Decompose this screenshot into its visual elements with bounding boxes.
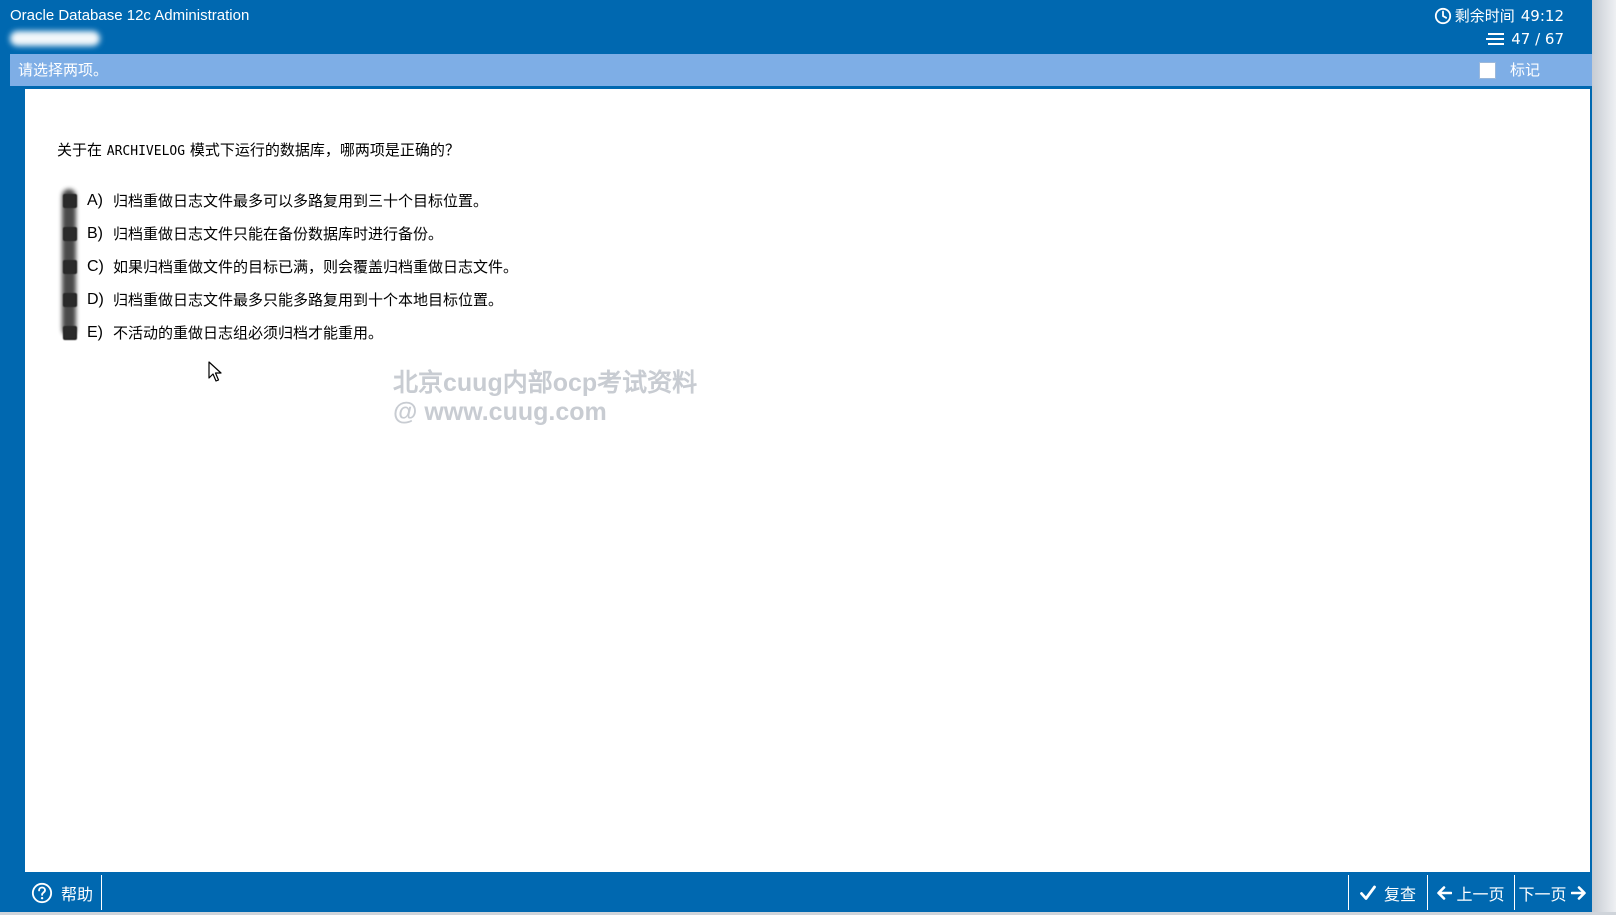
help-circle-icon	[31, 882, 53, 903]
next-label: 下一页	[1518, 884, 1567, 904]
option-d-text: 归档重做日志文件最多只能多路复用到十个本地目标位置。	[113, 291, 504, 309]
mark-label: 标记	[1509, 61, 1540, 79]
review-label: 复查	[1383, 884, 1416, 904]
answer-options: A) 归档重做日志文件最多可以多路复用到三十个目标位置。 B) 归档重做日志文件…	[63, 184, 518, 349]
option-c-text: 如果归档重做文件的目标已满，则会覆盖归档重做日志文件。	[113, 258, 519, 276]
option-a-text: 归档重做日志文件最多可以多路复用到三十个目标位置。	[113, 192, 489, 210]
option-d[interactable]: D) 归档重做日志文件最多只能多路复用到十个本地目标位置。	[63, 283, 518, 316]
option-b-text: 归档重做日志文件只能在备份数据库时进行备份。	[113, 225, 444, 243]
question-code: ARCHIVELOG	[106, 144, 186, 159]
previous-button[interactable]: 上一页	[1427, 875, 1515, 910]
option-d-letter: D)	[87, 290, 104, 308]
question-prefix: 关于在	[57, 141, 107, 159]
arrow-right-icon	[1570, 885, 1586, 900]
redaction-mark	[62, 189, 76, 336]
window-title: Oracle Database 12c Administration	[10, 7, 250, 24]
instruction-text: 请选择两项。	[18, 61, 109, 79]
previous-label: 上一页	[1456, 884, 1505, 904]
option-b[interactable]: B) 归档重做日志文件只能在备份数据库时进行备份。	[63, 217, 518, 250]
option-e-letter: E)	[87, 323, 103, 341]
clock-icon	[1434, 7, 1451, 25]
option-a-letter: A)	[87, 191, 103, 209]
desktop-edge	[1592, 0, 1616, 915]
list-icon	[1486, 33, 1505, 45]
next-button[interactable]: 下一页	[1515, 875, 1590, 910]
mark-checkbox[interactable]	[1478, 61, 1496, 79]
progress-counter: 47 / 67	[1511, 30, 1564, 48]
question-progress: 47 / 67	[1485, 29, 1564, 49]
question-text: 关于在 ARCHIVELOG 模式下运行的数据库，哪两项是正确的？	[57, 140, 460, 162]
instruction-bar: 请选择两项。 标记	[10, 54, 1592, 86]
help-label: 帮助	[61, 884, 94, 904]
watermark: 北京cuug内部ocp考试资料 @ www.cuug.com	[393, 369, 697, 427]
option-c-letter: C)	[87, 257, 104, 275]
redacted-username	[10, 31, 100, 46]
question-suffix: 模式下运行的数据库，哪两项是正确的？	[185, 141, 460, 159]
timer-label: 剩余时间	[1454, 7, 1515, 25]
mouse-pointer-icon	[208, 361, 222, 382]
option-b-letter: B)	[87, 224, 103, 242]
navigation-bar: 帮助 复查 上一页 下一页	[25, 875, 1590, 910]
exam-window: Oracle Database 12c Administration 剩余时间 …	[0, 0, 1592, 912]
arrow-left-icon	[1437, 885, 1453, 900]
timer-value: 49:12	[1520, 7, 1564, 25]
question-panel: 关于在 ARCHIVELOG 模式下运行的数据库，哪两项是正确的？ A) 归档重…	[25, 89, 1590, 872]
option-e[interactable]: E) 不活动的重做日志组必须归档才能重用。	[63, 316, 518, 349]
review-button[interactable]: 复查	[1348, 875, 1428, 910]
help-button[interactable]: 帮助	[25, 875, 103, 910]
watermark-line-1: 北京cuug内部ocp考试资料	[393, 369, 698, 397]
watermark-line-2: @ www.cuug.com	[393, 398, 607, 426]
checkmark-icon	[1360, 885, 1376, 900]
time-remaining: 剩余时间 49:12	[1434, 6, 1564, 26]
option-e-text: 不活动的重做日志组必须归档才能重用。	[113, 324, 384, 342]
option-c[interactable]: C) 如果归档重做文件的目标已满，则会覆盖归档重做日志文件。	[63, 250, 518, 283]
option-a[interactable]: A) 归档重做日志文件最多可以多路复用到三十个目标位置。	[63, 184, 518, 217]
mark-question[interactable]: 标记	[1478, 60, 1540, 80]
